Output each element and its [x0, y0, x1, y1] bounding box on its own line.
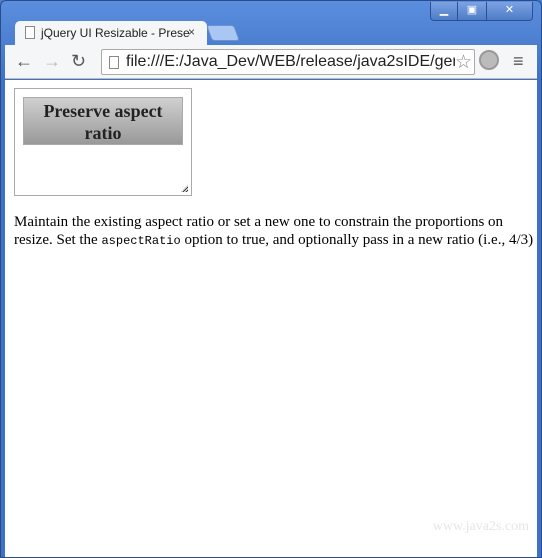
star-icon[interactable]: ☆: [454, 51, 472, 74]
forward-icon[interactable]: →: [43, 51, 61, 72]
extension-icon[interactable]: [479, 50, 499, 70]
window-controls: ▁ ▣ ✕: [430, 2, 533, 21]
new-tab-button[interactable]: [206, 25, 240, 41]
watermark: www.java2s.com: [432, 519, 529, 534]
page-content: Preserve aspect ratio Maintain the exist…: [5, 80, 537, 557]
page-icon: [25, 26, 35, 39]
reload-icon[interactable]: ↻: [71, 51, 86, 72]
tab-title: jQuery UI Resizable - Prese: [41, 26, 190, 40]
desc-text: option to true, and optionally pass in a…: [180, 232, 534, 248]
resizable-header: Preserve aspect ratio: [23, 97, 183, 145]
toolbar: ← → ↻ file:///E:/Java_Dev/WEB/release/ja…: [5, 45, 537, 79]
browser-tab[interactable]: jQuery UI Resizable - Prese ×: [15, 21, 207, 45]
minimize-button[interactable]: ▁: [431, 2, 457, 20]
resizable-box[interactable]: Preserve aspect ratio: [14, 88, 192, 196]
close-window-button[interactable]: ✕: [486, 2, 532, 20]
description: Maintain the existing aspect ratio or se…: [14, 213, 534, 250]
back-icon[interactable]: ←: [15, 51, 33, 72]
address-bar[interactable]: file:///E:/Java_Dev/WEB/release/java2sID…: [101, 49, 475, 75]
url-text: file:///E:/Java_Dev/WEB/release/java2sID…: [126, 53, 462, 70]
browser-window: ▁ ▣ ✕ jQuery UI Resizable - Prese × ← → ↻…: [0, 0, 542, 558]
code-aspect-ratio: aspectRatio: [101, 234, 181, 248]
menu-icon[interactable]: ≡: [513, 51, 524, 72]
page-icon: [109, 56, 119, 69]
maximize-button[interactable]: ▣: [457, 2, 486, 20]
close-tab-icon[interactable]: ×: [188, 25, 195, 39]
resize-handle-icon[interactable]: [181, 185, 188, 192]
